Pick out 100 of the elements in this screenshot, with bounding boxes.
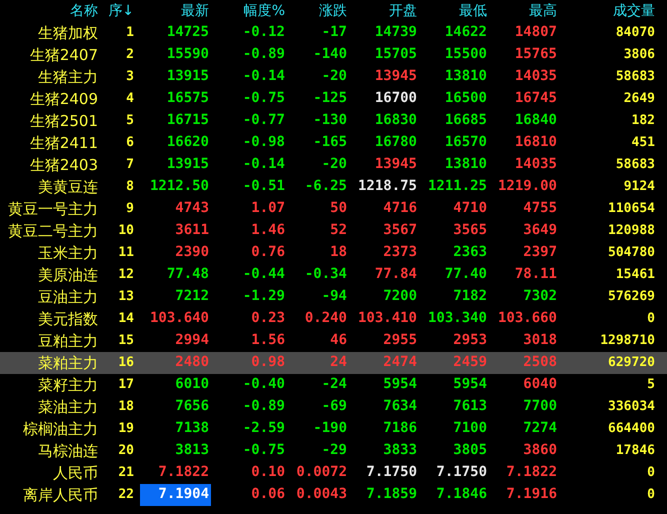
table-cell: 16620 bbox=[166, 134, 209, 150]
column-header[interactable]: 成交量 bbox=[559, 0, 661, 22]
column-header[interactable]: 最新 bbox=[140, 0, 211, 22]
table-cell: 13945 bbox=[374, 156, 417, 172]
instrument-name: 菜粕主力 bbox=[37, 353, 99, 374]
instrument-name: 棕榈油主力 bbox=[22, 419, 99, 440]
table-cell: 2480 bbox=[175, 354, 209, 370]
table-cell: -0.77 bbox=[242, 112, 285, 128]
table-cell: -6.25 bbox=[304, 178, 347, 194]
table-cell: 103.340 bbox=[428, 310, 487, 326]
column-header[interactable]: 序↓ bbox=[100, 0, 140, 22]
table-cell: -140 bbox=[313, 46, 347, 62]
table-cell: -165 bbox=[313, 134, 347, 150]
table-cell: 0.76 bbox=[251, 244, 285, 260]
table-cell: 6040 bbox=[523, 376, 557, 392]
table-cell: 7182 bbox=[453, 288, 487, 304]
table-cell: 13915 bbox=[166, 68, 209, 84]
row-number: 22 bbox=[117, 486, 135, 504]
table-cell: 3860 bbox=[523, 442, 557, 458]
table-cell: 16745 bbox=[514, 90, 557, 106]
volume-cell-text: 451 bbox=[630, 134, 656, 152]
row-number: 8 bbox=[125, 178, 135, 196]
table-cell: 2508 bbox=[523, 354, 557, 370]
table-cell: -0.12 bbox=[242, 24, 285, 40]
table-cell: 0.10 bbox=[251, 464, 285, 480]
table-cell: 16810 bbox=[514, 134, 557, 150]
row-number: 21 bbox=[117, 464, 135, 482]
table-cell: 7.1750 bbox=[366, 464, 417, 480]
table-cell: 3813 bbox=[175, 442, 209, 458]
row-number: 2 bbox=[125, 46, 135, 64]
instrument-name: 生猪加权 bbox=[37, 23, 99, 44]
instrument-name: 菜油主力 bbox=[37, 397, 99, 418]
table-cell: 3649 bbox=[523, 222, 557, 238]
volume-cell-text: 15461 bbox=[614, 266, 656, 284]
table-cell: 2474 bbox=[383, 354, 417, 370]
row-number: 16 bbox=[117, 354, 135, 372]
row-number: 12 bbox=[117, 266, 135, 284]
table-cell: 7.1859 bbox=[366, 486, 417, 502]
column-header[interactable]: 最高 bbox=[489, 0, 559, 22]
table-cell: 3018 bbox=[523, 332, 557, 348]
volume-cell-text: 3806 bbox=[622, 46, 656, 64]
table-cell: 1.56 bbox=[251, 332, 285, 348]
table-cell: 50 bbox=[330, 200, 347, 216]
table-cell: 7.1916 bbox=[506, 486, 557, 502]
table-cell: 7.1846 bbox=[436, 486, 487, 502]
table-cell: 7186 bbox=[383, 420, 417, 436]
table-cell: -0.75 bbox=[242, 90, 285, 106]
table-cell: -190 bbox=[313, 420, 347, 436]
instrument-name: 黄豆二号主力 bbox=[7, 221, 99, 242]
table-cell: 18 bbox=[330, 244, 347, 260]
volume-cell-text: 2649 bbox=[622, 90, 656, 108]
table-cell: 7634 bbox=[383, 398, 417, 414]
table-cell: 46 bbox=[330, 332, 347, 348]
column-header[interactable]: 开盘 bbox=[349, 0, 419, 22]
table-cell: 2994 bbox=[175, 332, 209, 348]
table-cell: 14725 bbox=[166, 24, 209, 40]
row-number: 3 bbox=[125, 68, 135, 86]
volume-cell-text: 504780 bbox=[607, 244, 656, 262]
volume-cell-text: 17846 bbox=[614, 442, 656, 460]
volume-cell-text: 182 bbox=[630, 112, 656, 130]
selected-row[interactable]: 菜粕主力 16 2480 0.98 24 2474 2459 2508 629720 bbox=[0, 352, 667, 374]
volume-cell-text: 84070 bbox=[614, 24, 656, 42]
instrument-name: 菜籽主力 bbox=[37, 375, 99, 396]
table-cell: 7613 bbox=[453, 398, 487, 414]
row-number: 13 bbox=[117, 288, 135, 306]
table-cell: 16685 bbox=[444, 112, 487, 128]
volume-cell-text: 110654 bbox=[607, 200, 656, 218]
table-cell: 15590 bbox=[166, 46, 209, 62]
instrument-name: 美元指数 bbox=[37, 309, 99, 330]
table-cell: 16700 bbox=[374, 90, 417, 106]
table-cell: -94 bbox=[322, 288, 347, 304]
table-cell: 2459 bbox=[453, 354, 487, 370]
column-header[interactable]: 幅度% bbox=[211, 0, 287, 22]
table-cell: 77.48 bbox=[166, 266, 209, 282]
column-header[interactable]: 最低 bbox=[419, 0, 489, 22]
table-cell: -130 bbox=[313, 112, 347, 128]
volume-cell-text: 0 bbox=[646, 486, 656, 504]
column-header[interactable]: 名称 bbox=[0, 0, 100, 22]
instrument-name: 豆油主力 bbox=[37, 287, 99, 308]
table-cell: -0.75 bbox=[242, 442, 285, 458]
focused-cell[interactable]: 7.1904 bbox=[140, 484, 211, 506]
table-cell: 3565 bbox=[453, 222, 487, 238]
table-cell: 1218.75 bbox=[358, 178, 417, 194]
row-number: 17 bbox=[117, 376, 135, 394]
column-header[interactable]: 涨跌 bbox=[287, 0, 349, 22]
table-cell: -20 bbox=[322, 156, 347, 172]
table-cell: 52 bbox=[330, 222, 347, 238]
table-cell: 1.46 bbox=[251, 222, 285, 238]
instrument-name: 生猪2403 bbox=[28, 155, 99, 176]
table-cell: 15705 bbox=[374, 46, 417, 62]
table-cell: -0.40 bbox=[242, 376, 285, 392]
table-cell: 5954 bbox=[453, 376, 487, 392]
volume-cell-text: 576269 bbox=[607, 288, 656, 306]
table-cell: 7302 bbox=[523, 288, 557, 304]
table-cell: 77.84 bbox=[374, 266, 417, 282]
table-cell: 0.0072 bbox=[296, 464, 347, 480]
instrument-name: 生猪2407 bbox=[28, 45, 99, 66]
table-cell: 13810 bbox=[444, 156, 487, 172]
table-cell: 78.11 bbox=[514, 266, 557, 282]
instrument-name: 生猪2501 bbox=[28, 111, 99, 132]
